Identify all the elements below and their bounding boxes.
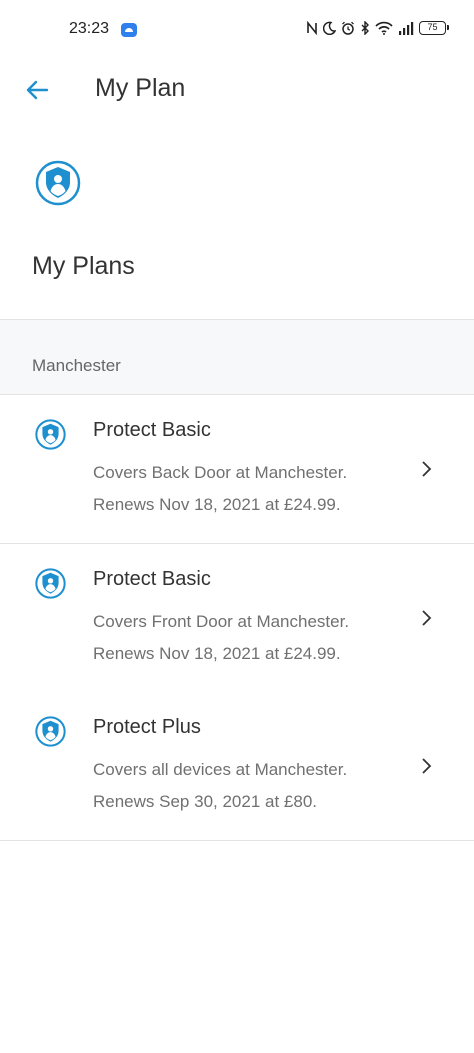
- plan-row[interactable]: Protect Basic Covers Back Door at Manche…: [0, 395, 474, 544]
- chevron-right-icon: [422, 610, 432, 626]
- plan-row[interactable]: Protect Basic Covers Front Door at Manch…: [0, 544, 474, 693]
- plan-coverage: Covers Back Door at Manchester.: [93, 463, 348, 482]
- status-bar: 23:23 75: [0, 0, 474, 62]
- arrow-left-icon: [26, 80, 49, 100]
- alarm-icon: [342, 21, 354, 35]
- plan-name: Protect Plus: [93, 716, 201, 738]
- plan-renewal: Renews Nov 18, 2021 at £24.99.: [93, 495, 341, 514]
- chevron-right-icon: [422, 758, 432, 774]
- bluetooth-icon: [361, 21, 369, 35]
- chevron-right-icon: [422, 461, 432, 477]
- status-icons: 75: [306, 21, 449, 35]
- moon-icon: [323, 21, 336, 35]
- wifi-icon: [375, 21, 393, 35]
- plan-coverage: Covers Front Door at Manchester.: [93, 612, 350, 631]
- status-time: 23:23: [69, 20, 110, 37]
- plan-name: Protect Basic: [93, 568, 211, 590]
- shield-user-icon: [35, 568, 66, 599]
- app-bar: My Plan: [0, 62, 474, 118]
- plan-row[interactable]: Protect Plus Covers all devices at Manch…: [0, 692, 474, 841]
- nfc-icon: [307, 21, 317, 35]
- section-title: My Plans: [32, 252, 135, 280]
- back-button[interactable]: [18, 72, 56, 108]
- plan-renewal: Renews Sep 30, 2021 at £80.: [93, 792, 317, 811]
- plan-name: Protect Basic: [93, 419, 211, 441]
- plan-renewal: Renews Nov 18, 2021 at £24.99.: [93, 644, 341, 663]
- location-group-header: Manchester: [0, 319, 474, 395]
- plan-coverage: Covers all devices at Manchester.: [93, 760, 348, 779]
- shield-user-icon: [35, 160, 81, 206]
- page-title: My Plan: [95, 74, 186, 102]
- shield-user-icon: [35, 716, 66, 747]
- location-label: Manchester: [32, 356, 121, 375]
- signal-icon: [399, 22, 414, 35]
- app-notification-icon: [121, 23, 137, 37]
- battery-icon: 75: [419, 21, 449, 35]
- shield-user-icon: [35, 419, 66, 450]
